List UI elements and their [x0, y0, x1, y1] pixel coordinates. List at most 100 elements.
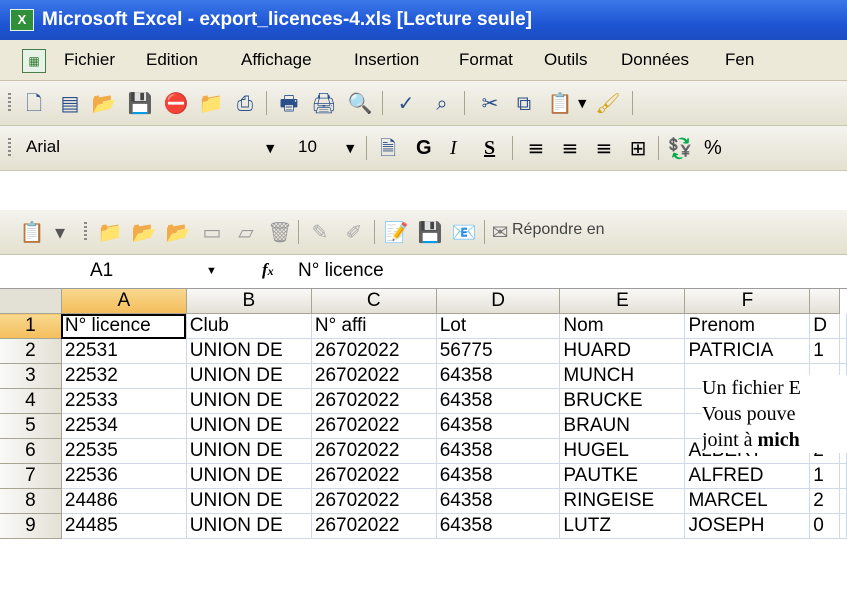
select-all-corner[interactable]	[0, 289, 62, 314]
print-icon[interactable]: 🖶	[275, 89, 303, 117]
column-header-g[interactable]	[809, 289, 840, 314]
row-header[interactable]: 3	[0, 363, 62, 389]
reply-changes-icon[interactable]: ✉	[490, 218, 510, 246]
menu-fichier[interactable]: Fichier	[64, 50, 115, 70]
cell[interactable]: UNION DE	[186, 388, 312, 414]
cell[interactable]: JOSEPH	[684, 513, 811, 539]
save-icon[interactable]: 💾	[126, 89, 154, 117]
cell[interactable]: BRAUN	[559, 413, 686, 439]
ink-annotation-icon[interactable]: ✎	[306, 218, 334, 246]
cell[interactable]	[839, 488, 847, 514]
cell[interactable]	[839, 313, 847, 339]
cell[interactable]: 64358	[436, 413, 561, 439]
menu-insertion[interactable]: Insertion	[354, 50, 419, 70]
font-name-select[interactable]: Arial	[26, 135, 286, 159]
cell[interactable]: D	[809, 313, 840, 339]
spelling-icon[interactable]: ✓	[392, 89, 420, 117]
formula-input[interactable]: N° licence	[298, 260, 384, 282]
row-header[interactable]: 9	[0, 513, 62, 539]
format-painter-icon[interactable]: 🖌	[594, 89, 622, 117]
cell[interactable]: Nom	[559, 313, 686, 339]
research-icon[interactable]: ⌕	[428, 89, 456, 117]
show-hide-comment-icon[interactable]: ▭	[198, 218, 226, 246]
print-preview-icon[interactable]: 🖨	[310, 89, 338, 117]
cell[interactable]: UNION DE	[186, 438, 312, 464]
menu-outils[interactable]: Outils	[544, 50, 587, 70]
paste-icon[interactable]: 📋	[546, 89, 574, 117]
merge-center-icon[interactable]: ⊞	[624, 134, 652, 162]
cut-icon[interactable]: ✂	[476, 89, 504, 117]
cell[interactable]: 24486	[61, 488, 187, 514]
insert-function-icon[interactable]: fx	[262, 258, 274, 281]
italic-button[interactable]: I	[450, 135, 457, 161]
cell[interactable]: 64358	[436, 463, 561, 489]
cell[interactable]: UNION DE	[186, 338, 312, 364]
show-all-comments-icon[interactable]: ▱	[232, 218, 260, 246]
cell[interactable]: 64358	[436, 488, 561, 514]
align-center-icon[interactable]: ≡	[556, 134, 584, 162]
name-box-dropdown-icon[interactable]: ▼	[206, 265, 217, 277]
cell[interactable]: 22531	[61, 338, 187, 364]
cell[interactable]: N° licence	[61, 313, 187, 339]
cell[interactable]: UNION DE	[186, 513, 312, 539]
track-changes-icon[interactable]: 📝	[382, 218, 410, 246]
previous-comment-icon[interactable]: 📂	[130, 218, 158, 246]
cell[interactable]: UNION DE	[186, 488, 312, 514]
cell[interactable]	[839, 513, 847, 539]
cell[interactable]: 64358	[436, 388, 561, 414]
column-header-b[interactable]: B	[186, 289, 312, 314]
cell[interactable]: 26702022	[311, 513, 437, 539]
excel-app-icon[interactable]: X	[10, 9, 34, 31]
cell[interactable]: HUGEL	[559, 438, 686, 464]
menu-format[interactable]: Format	[459, 50, 513, 70]
font-dropdown-icon[interactable]: ▼	[266, 142, 274, 155]
menu-affichage[interactable]: Affichage	[241, 50, 312, 70]
row-header[interactable]: 5	[0, 413, 62, 439]
menu-donnees[interactable]: Données	[621, 50, 689, 70]
cell[interactable]: MARCEL	[684, 488, 811, 514]
cell[interactable]: 26702022	[311, 413, 437, 439]
cell[interactable]: PATRICIA	[684, 338, 811, 364]
cell[interactable]: RINGEISE	[559, 488, 686, 514]
column-header-a[interactable]: A	[61, 289, 187, 314]
cell[interactable]: 22532	[61, 363, 187, 389]
cell[interactable]: PAUTKE	[559, 463, 686, 489]
cell[interactable]: 26702022	[311, 338, 437, 364]
percent-button[interactable]: %	[704, 135, 722, 161]
reply-with-changes-button[interactable]: Répondre en	[512, 221, 605, 239]
row-header[interactable]: 2	[0, 338, 62, 364]
cell[interactable]: UNION DE	[186, 413, 312, 439]
cell[interactable]: 64358	[436, 513, 561, 539]
cell[interactable]: 24485	[61, 513, 187, 539]
cell[interactable]: Club	[186, 313, 312, 339]
clipboard-icon[interactable]: 📋	[18, 218, 46, 246]
cell[interactable]: LUTZ	[559, 513, 686, 539]
cell[interactable]: BRUCKE	[559, 388, 686, 414]
new-from-template-icon[interactable]: ▤	[56, 89, 84, 117]
toolbar-grip[interactable]	[84, 222, 87, 242]
row-header[interactable]: 4	[0, 388, 62, 414]
column-header-c[interactable]: C	[311, 289, 437, 314]
cell[interactable]: 22533	[61, 388, 187, 414]
cell[interactable]: Lot	[436, 313, 561, 339]
cell[interactable]: 64358	[436, 363, 561, 389]
next-comment-icon[interactable]: 📂	[164, 218, 192, 246]
toolbar-options-icon[interactable]: ▾	[50, 218, 70, 246]
new-document-icon[interactable]: 🗋	[20, 89, 48, 117]
menu-edition[interactable]: Edition	[146, 50, 198, 70]
cell[interactable]: 1	[809, 338, 840, 364]
column-header-e[interactable]: E	[559, 289, 686, 314]
file-search-icon[interactable]: 📁	[197, 89, 225, 117]
cell[interactable]: 1	[809, 463, 840, 489]
cell[interactable]: 22534	[61, 413, 187, 439]
column-header-d[interactable]: D	[436, 289, 561, 314]
column-header-f[interactable]: F	[684, 289, 811, 314]
row-header[interactable]: 8	[0, 488, 62, 514]
row-header[interactable]: 1	[0, 313, 62, 339]
cell[interactable]: 64358	[436, 438, 561, 464]
delete-comment-icon[interactable]: 🗑	[266, 218, 294, 246]
cell[interactable]: 0	[809, 513, 840, 539]
cell[interactable]: UNION DE	[186, 463, 312, 489]
cell[interactable]: Prenom	[684, 313, 811, 339]
print-preview-file-icon[interactable]: ⎙	[231, 89, 259, 117]
